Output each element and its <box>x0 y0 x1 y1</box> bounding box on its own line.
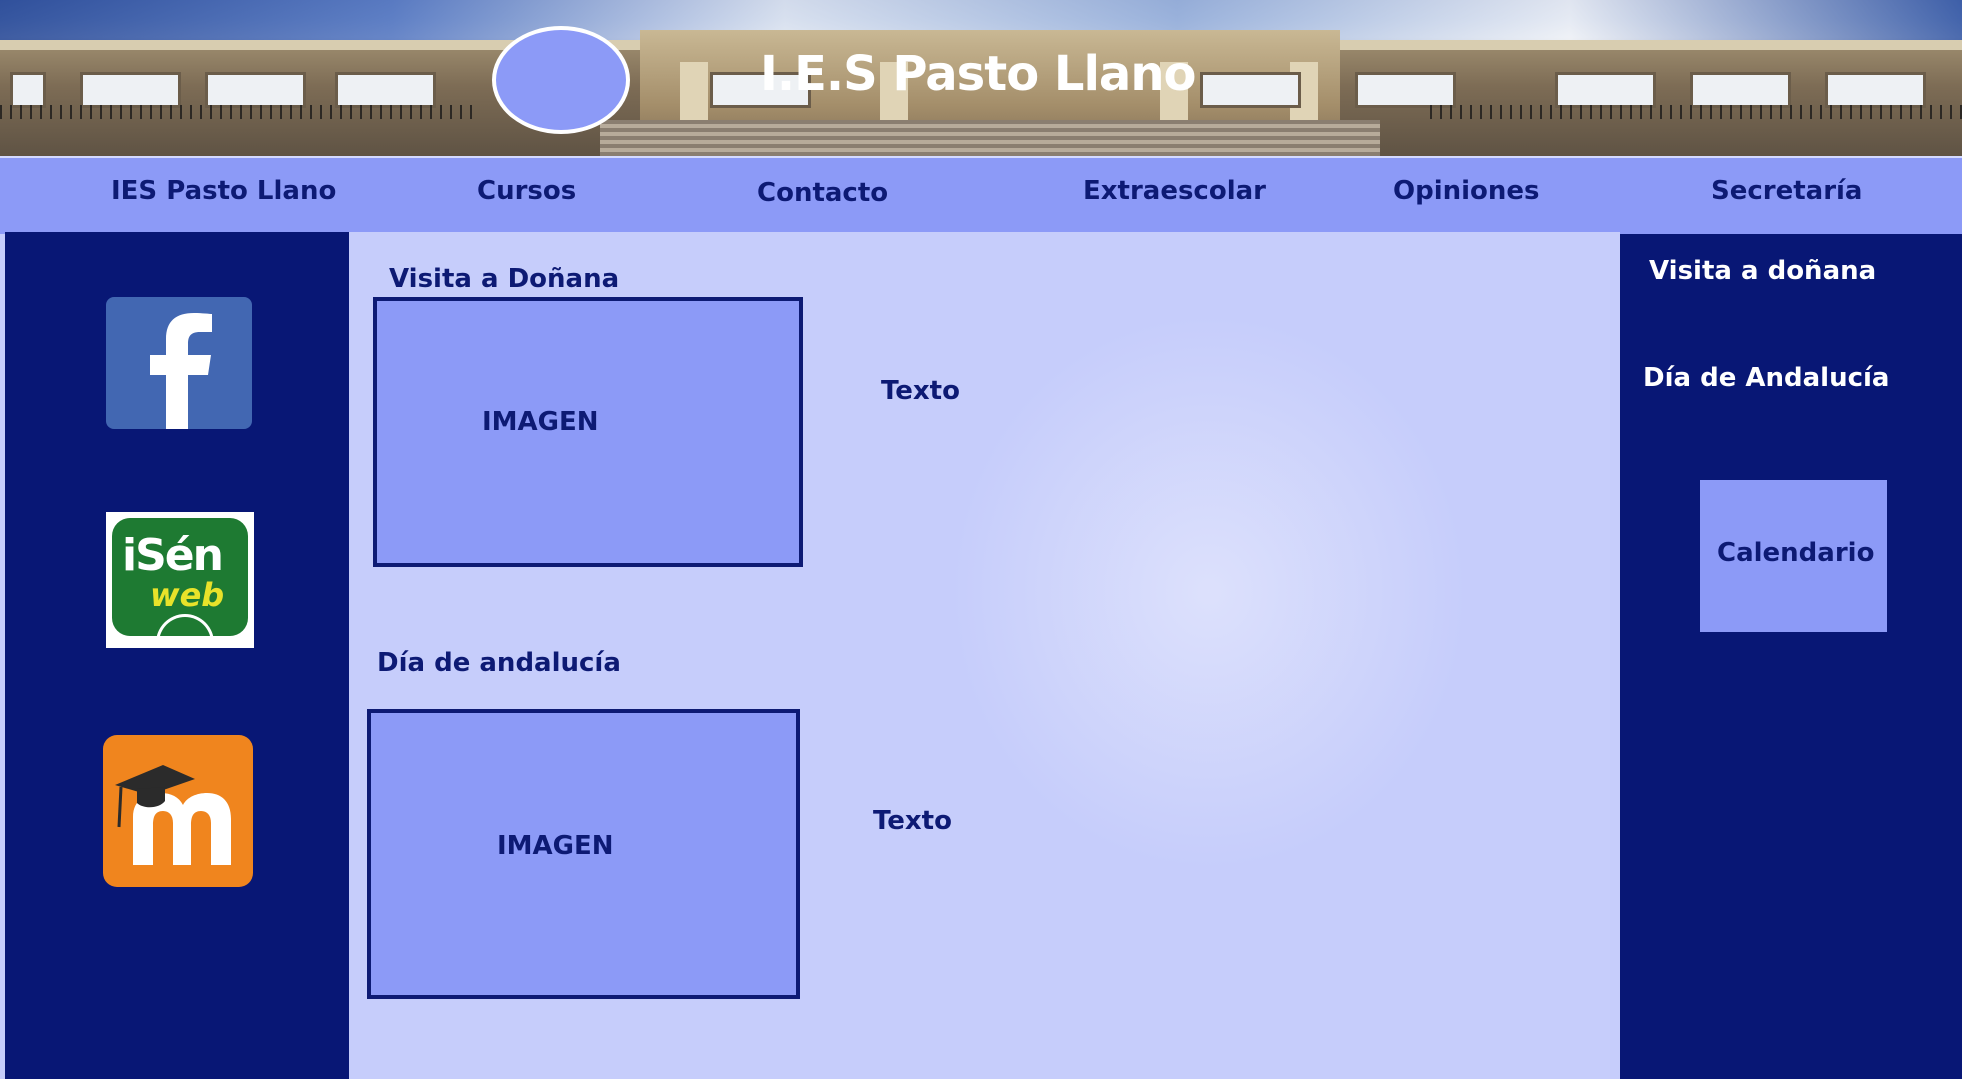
calendar-widget[interactable]: Calendario <box>1700 480 1887 632</box>
moodle-glyph <box>115 765 231 865</box>
background-watermark <box>949 312 1469 872</box>
school-logo-placeholder[interactable] <box>492 26 630 134</box>
header-banner: I.E.S Pasto Llano <box>0 0 1962 156</box>
site-title: I.E.S Pasto Llano <box>760 46 1196 102</box>
nav-item-extraescolar[interactable]: Extraescolar <box>1083 176 1266 206</box>
nav-item-contacto[interactable]: Contacto <box>757 178 888 208</box>
nav-item-secretaria[interactable]: Secretaría <box>1711 176 1862 206</box>
banner-railing <box>0 105 480 119</box>
banner-window <box>1825 72 1926 108</box>
section-title-andalucia: Día de andalucía <box>377 648 621 678</box>
main-content: Visita a Doñana IMAGEN Texto Día de anda… <box>349 232 1620 1079</box>
banner-railing <box>1430 105 1962 119</box>
isenweb-icon[interactable]: iSén web <box>106 512 254 648</box>
facebook-icon[interactable] <box>106 297 252 429</box>
section-title-donana: Visita a Doñana <box>389 264 620 294</box>
calendar-label: Calendario <box>1717 538 1875 568</box>
banner-window <box>1555 72 1656 108</box>
image-placeholder-label: IMAGEN <box>482 407 599 437</box>
nav-item-cursos[interactable]: Cursos <box>477 176 576 206</box>
banner-window <box>10 72 46 108</box>
body-text-donana: Texto <box>881 376 960 406</box>
isenweb-wordmark: iSén <box>122 530 224 581</box>
banner-window <box>1200 72 1301 108</box>
banner-window <box>1355 72 1456 108</box>
nav-item-opiniones[interactable]: Opiniones <box>1393 176 1540 206</box>
image-placeholder-donana[interactable]: IMAGEN <box>373 297 803 567</box>
banner-window <box>80 72 181 108</box>
body-text-andalucia: Texto <box>873 806 952 836</box>
banner-steps <box>600 120 1380 156</box>
moodle-icon[interactable] <box>103 735 253 887</box>
main-nav: IES Pasto Llano Cursos Contacto Extraesc… <box>0 156 1962 234</box>
image-placeholder-andalucia[interactable]: IMAGEN <box>367 709 800 999</box>
page: I.E.S Pasto Llano IES Pasto Llano Cursos… <box>0 0 1962 1079</box>
banner-window <box>335 72 436 108</box>
facebook-glyph <box>150 313 212 429</box>
sidebar-link-dia-andalucia[interactable]: Día de Andalucía <box>1643 363 1889 393</box>
right-sidebar: Visita a doñana Día de Andalucía Calenda… <box>1620 234 1962 1079</box>
isenweb-arc <box>156 614 214 643</box>
nav-item-ies-pasto-llano[interactable]: IES Pasto Llano <box>111 176 336 206</box>
isenweb-subword: web <box>150 576 225 614</box>
banner-window <box>205 72 306 108</box>
banner-window <box>1690 72 1791 108</box>
sidebar-link-visita-donana[interactable]: Visita a doñana <box>1649 256 1876 286</box>
image-placeholder-label: IMAGEN <box>497 831 614 861</box>
left-sidebar: iSén web <box>5 232 349 1079</box>
isenweb-badge: iSén web <box>112 518 248 643</box>
